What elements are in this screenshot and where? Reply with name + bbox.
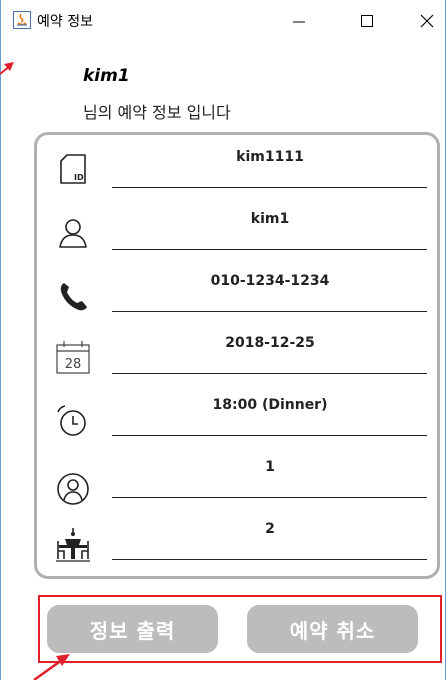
table-underline <box>112 559 427 560</box>
time-underline <box>112 435 427 436</box>
people-underline <box>112 497 427 498</box>
phone-icon <box>55 279 91 315</box>
id-value: kim1111 <box>236 149 304 165</box>
date-underline <box>112 373 427 374</box>
alarm-clock-icon <box>55 403 91 439</box>
field-row-time: 18:00 (Dinner) <box>37 389 437 453</box>
java-app-icon <box>13 11 31 29</box>
window-title: 예약 정보 <box>37 14 93 30</box>
reservation-info-window: 예약 정보 kim1 님의 예약 정보 입니다 ID kim1111 kim1 … <box>0 0 446 680</box>
id-card-icon: ID <box>55 151 91 187</box>
reservation-details-panel: ID kim1111 kim1 010-1234-1234 28 2018-12… <box>34 132 440 579</box>
subtitle-label: 님의 예약 정보 입니다 <box>83 103 231 122</box>
field-row-name: kim1 <box>37 203 437 267</box>
field-row-date: 28 2018-12-25 <box>37 327 437 391</box>
close-button[interactable] <box>407 6 447 36</box>
calendar-icon: 28 <box>55 339 91 375</box>
cancel-reservation-button[interactable]: 예약 취소 <box>247 605 418 653</box>
id-underline <box>112 187 427 188</box>
calendar-day-label: 28 <box>65 357 82 372</box>
person-icon <box>55 215 91 251</box>
time-value: 18:00 (Dinner) <box>212 397 328 413</box>
phone-value: 010-1234-1234 <box>210 273 330 289</box>
button-highlight-frame: 정보 출력 예약 취소 <box>38 595 442 663</box>
table-value: 2 <box>265 521 275 537</box>
name-value: kim1 <box>250 211 290 227</box>
people-value: 1 <box>265 459 275 475</box>
people-icon <box>55 471 91 507</box>
username-label: kim1 <box>83 66 130 86</box>
field-row-id: ID kim1111 <box>37 141 437 205</box>
phone-underline <box>112 311 427 312</box>
field-row-table: 2 <box>37 513 437 577</box>
title-bar: 예약 정보 <box>1 0 445 42</box>
field-row-people: 1 <box>37 451 437 515</box>
name-underline <box>112 249 427 250</box>
minimize-button[interactable] <box>279 6 319 36</box>
maximize-button[interactable] <box>347 6 387 36</box>
svg-text:ID: ID <box>74 173 84 182</box>
date-value: 2018-12-25 <box>225 335 315 351</box>
print-info-button[interactable]: 정보 출력 <box>47 605 218 653</box>
table-icon <box>55 527 91 563</box>
field-row-phone: 010-1234-1234 <box>37 265 437 329</box>
